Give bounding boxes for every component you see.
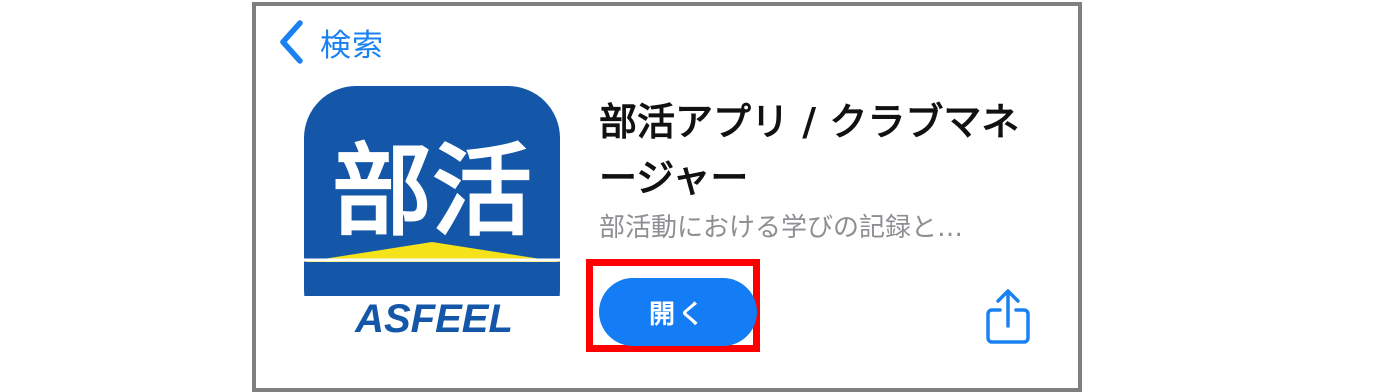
chevron-left-icon (280, 20, 303, 64)
app-icon[interactable]: 部活 ASFEEL (304, 86, 560, 342)
app-store-header-panel: 検索 部活 ASFEEL 部活アプリ / クラブマネージャー 部活動における学び… (252, 2, 1082, 392)
share-icon (986, 289, 1030, 344)
app-title: 部活アプリ / クラブマネージャー (599, 100, 1020, 200)
icon-brand-text: ASFEEL (354, 297, 513, 341)
share-button[interactable] (982, 288, 1034, 346)
back-button[interactable]: 検索 (278, 18, 384, 66)
open-button[interactable]: 開く (599, 278, 757, 346)
icon-main-text: 部活 (332, 132, 532, 250)
app-subtitle: 部活動における学びの記録と… (599, 213, 964, 243)
back-label: 検索 (320, 27, 384, 64)
